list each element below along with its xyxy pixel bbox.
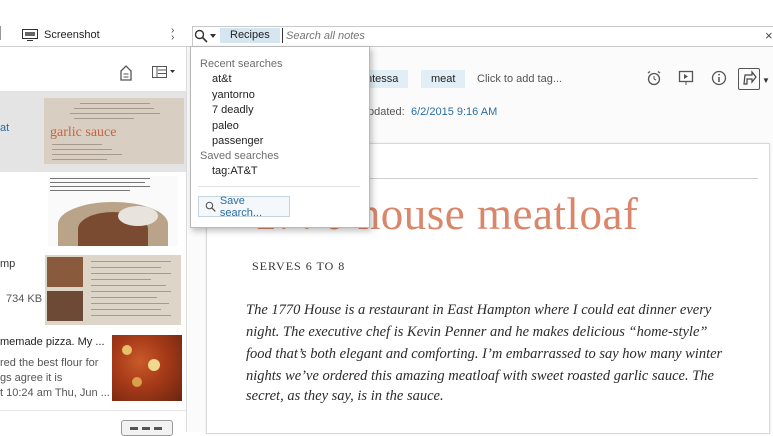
magnifier-icon [205, 201, 216, 212]
recent-search-item[interactable]: passenger [212, 135, 263, 147]
note-title: at [0, 122, 10, 134]
note-snippet: red the best flour for [0, 357, 99, 369]
screen-icon [22, 29, 38, 41]
add-tag-input[interactable]: Click to add tag... [477, 70, 562, 88]
recipe-body-line: food that’s both elegant and comforting.… [246, 346, 723, 362]
list-more-button[interactable] [121, 420, 173, 436]
note-size: 734 KB [6, 293, 43, 305]
note-meta: t 10:24 am Thu, Jun ... [0, 387, 110, 399]
close-icon[interactable]: × [765, 28, 773, 43]
note-thumbnail [112, 335, 182, 401]
list-item[interactable]: memade pizza. My ... red the best flour … [0, 330, 186, 411]
note-title: mp [0, 258, 16, 270]
share-icon[interactable] [738, 68, 760, 90]
recent-search-item[interactable]: yantorno [212, 89, 255, 101]
dropdown-divider [198, 186, 360, 187]
recent-searches-heading: Recent searches [200, 58, 283, 70]
updated-value[interactable]: 6/2/2015 9:16 AM [411, 106, 497, 118]
list-item[interactable]: mp 734 KB [0, 250, 186, 331]
note-thumbnail: garlic sauce [44, 98, 184, 164]
note-snippet: gs agree it is [0, 372, 63, 384]
note-thumbnail [45, 255, 181, 325]
saved-searches-heading: Saved searches [200, 150, 279, 162]
toolbar-separator [0, 26, 1, 40]
updated-label: pdated: [368, 106, 405, 118]
thumb-caption: garlic sauce [50, 125, 117, 140]
screenshot-button[interactable]: Screenshot [22, 26, 100, 44]
shortcut-icon[interactable] [119, 65, 133, 81]
tag-chip[interactable]: meat [421, 70, 466, 88]
recent-search-item[interactable]: at&t [212, 73, 232, 85]
note-thumbnail [48, 176, 178, 246]
recipe-serves: SERVES 6 TO 8 [252, 259, 346, 273]
alarm-icon[interactable] [645, 70, 663, 88]
view-options-icon[interactable] [152, 66, 176, 78]
recipe-body-line: The 1770 House is a restaurant in East H… [246, 302, 712, 318]
search-scope-chip[interactable]: Recipes [220, 28, 280, 43]
toolbar-overflow-icon[interactable]: › › [171, 26, 181, 43]
save-search-button[interactable]: Save search... [198, 194, 290, 219]
search-input[interactable] [282, 28, 756, 43]
list-item[interactable]: at garlic sauce [0, 92, 186, 173]
recipe-body-line: night. The executive chef is Kevin Penne… [246, 324, 708, 340]
present-icon[interactable] [677, 70, 695, 88]
note-list-header [0, 47, 186, 92]
search-options-button[interactable] [194, 28, 218, 43]
recent-search-item[interactable]: paleo [212, 120, 239, 132]
search-icon [194, 29, 208, 43]
chevron-down-icon[interactable]: ▼ [762, 76, 770, 85]
recipe-body-line: secret, as they say, is in the sauce. [246, 388, 444, 404]
screenshot-label: Screenshot [44, 29, 100, 41]
info-icon[interactable] [710, 70, 728, 88]
chevron-down-icon [210, 33, 216, 38]
saved-search-item[interactable]: tag:AT&T [212, 165, 258, 177]
recipe-body-line: nights we’ve ordered this amazing meatlo… [246, 368, 714, 384]
save-search-label: Save search... [219, 194, 263, 219]
list-item[interactable] [0, 172, 186, 251]
note-title: memade pizza. My ... [0, 336, 105, 348]
recent-search-item[interactable]: 7 deadly [212, 104, 254, 116]
